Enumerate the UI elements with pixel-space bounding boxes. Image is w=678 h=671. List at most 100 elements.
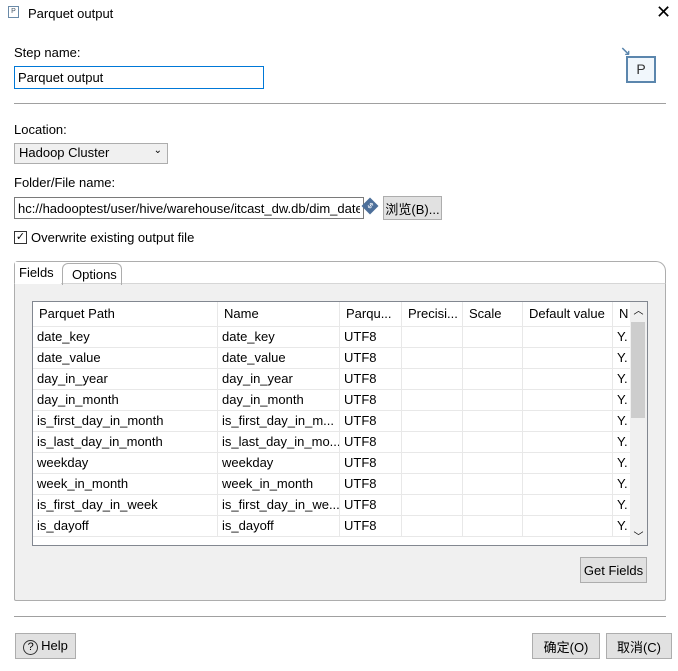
table-cell[interactable]: date_key — [218, 327, 340, 348]
table-cell[interactable]: Y. — [613, 369, 631, 390]
table-cell[interactable]: Y. — [613, 495, 631, 516]
table-cell[interactable]: UTF8 — [340, 495, 402, 516]
column-header[interactable]: Default value — [523, 302, 613, 327]
table-cell[interactable] — [402, 411, 463, 432]
table-cell[interactable]: UTF8 — [340, 348, 402, 369]
table-cell[interactable] — [402, 474, 463, 495]
table-cell[interactable] — [463, 432, 523, 453]
table-cell[interactable]: week_in_month — [218, 474, 340, 495]
table-cell[interactable] — [402, 516, 463, 537]
table-cell[interactable]: UTF8 — [340, 516, 402, 537]
table-cell[interactable] — [523, 453, 613, 474]
table-cell[interactable] — [402, 495, 463, 516]
table-cell[interactable] — [463, 348, 523, 369]
table-cell[interactable]: is_first_day_in_we... — [218, 495, 340, 516]
table-cell[interactable] — [402, 327, 463, 348]
table-cell[interactable]: is_last_day_in_mo... — [218, 432, 340, 453]
table-cell[interactable] — [523, 369, 613, 390]
table-cell[interactable]: Y. — [613, 348, 631, 369]
table-cell[interactable]: UTF8 — [340, 411, 402, 432]
table-row[interactable]: date_key date_key UTF8 Y. — [33, 327, 631, 348]
column-header[interactable]: Name — [218, 302, 340, 327]
table-cell[interactable] — [402, 348, 463, 369]
browse-button[interactable]: 浏览(B)... — [383, 196, 442, 220]
scrollbar[interactable]: ︿ ﹀ — [630, 302, 647, 545]
column-header[interactable]: Precisi... — [402, 302, 463, 327]
table-row[interactable]: is_first_day_in_week is_first_day_in_we..… — [33, 495, 631, 516]
table-cell[interactable] — [523, 411, 613, 432]
table-cell[interactable]: UTF8 — [340, 432, 402, 453]
table-cell[interactable]: is_dayoff — [218, 516, 340, 537]
table-cell[interactable]: day_in_month — [33, 390, 218, 411]
table-cell[interactable] — [463, 495, 523, 516]
table-cell[interactable] — [402, 432, 463, 453]
table-cell[interactable] — [463, 327, 523, 348]
table-cell[interactable]: Y. — [613, 432, 631, 453]
table-cell[interactable]: weekday — [218, 453, 340, 474]
get-fields-button[interactable]: Get Fields — [580, 557, 647, 583]
table-cell[interactable] — [523, 327, 613, 348]
scroll-up-icon[interactable]: ︿ — [630, 302, 647, 320]
table-cell[interactable]: Y. — [613, 411, 631, 432]
table-cell[interactable]: Y. — [613, 516, 631, 537]
table-cell[interactable] — [523, 390, 613, 411]
table-cell[interactable] — [523, 516, 613, 537]
table-row[interactable]: is_first_day_in_month is_first_day_in_m..… — [33, 411, 631, 432]
table-cell[interactable]: day_in_year — [33, 369, 218, 390]
tab-fields[interactable]: Fields — [15, 262, 61, 284]
help-button[interactable]: ? Help — [15, 633, 76, 659]
table-cell[interactable]: day_in_month — [218, 390, 340, 411]
table-cell[interactable]: UTF8 — [340, 474, 402, 495]
table-cell[interactable]: UTF8 — [340, 453, 402, 474]
table-cell[interactable] — [463, 411, 523, 432]
table-cell[interactable] — [463, 369, 523, 390]
location-select[interactable]: Hadoop Cluster ⌄ — [14, 143, 168, 164]
step-name-input[interactable] — [14, 66, 264, 89]
scroll-down-icon[interactable]: ﹀ — [630, 528, 647, 543]
table-cell[interactable] — [463, 474, 523, 495]
table-cell[interactable]: is_first_day_in_month — [33, 411, 218, 432]
table-row[interactable]: week_in_month week_in_month UTF8 Y. — [33, 474, 631, 495]
table-cell[interactable] — [523, 432, 613, 453]
overwrite-checkbox[interactable]: ✓ — [14, 231, 27, 244]
tab-options[interactable]: Options — [62, 263, 122, 285]
table-cell[interactable]: date_value — [33, 348, 218, 369]
column-header[interactable]: Parqu... — [340, 302, 402, 327]
table-row[interactable]: is_last_day_in_month is_last_day_in_mo...… — [33, 432, 631, 453]
column-header[interactable]: Parquet Path — [33, 302, 218, 327]
ok-button[interactable]: 确定(O) — [532, 633, 600, 659]
table-cell[interactable]: is_first_day_in_m... — [218, 411, 340, 432]
table-cell[interactable]: is_first_day_in_week — [33, 495, 218, 516]
table-cell[interactable] — [463, 390, 523, 411]
column-header[interactable]: N — [613, 302, 631, 327]
table-cell[interactable]: week_in_month — [33, 474, 218, 495]
table-cell[interactable]: day_in_year — [218, 369, 340, 390]
cancel-button[interactable]: 取消(C) — [606, 633, 672, 659]
column-header[interactable]: Scale — [463, 302, 523, 327]
table-cell[interactable]: Y. — [613, 474, 631, 495]
scrollbar-thumb[interactable] — [631, 322, 645, 418]
table-cell[interactable]: date_value — [218, 348, 340, 369]
table-cell[interactable]: date_key — [33, 327, 218, 348]
table-row[interactable]: is_dayoff is_dayoff UTF8 Y. — [33, 516, 631, 537]
folder-input[interactable] — [14, 197, 364, 219]
table-cell[interactable]: Y. — [613, 327, 631, 348]
table-row[interactable]: weekday weekday UTF8 Y. — [33, 453, 631, 474]
table-cell[interactable]: Y. — [613, 453, 631, 474]
table-cell[interactable] — [402, 369, 463, 390]
table-cell[interactable] — [463, 516, 523, 537]
table-cell[interactable] — [523, 474, 613, 495]
table-cell[interactable]: UTF8 — [340, 327, 402, 348]
table-cell[interactable] — [402, 390, 463, 411]
table-cell[interactable] — [402, 453, 463, 474]
table-cell[interactable]: Y. — [613, 390, 631, 411]
table-cell[interactable]: UTF8 — [340, 390, 402, 411]
table-cell[interactable]: weekday — [33, 453, 218, 474]
table-cell[interactable] — [523, 495, 613, 516]
table-row[interactable]: day_in_year day_in_year UTF8 Y. — [33, 369, 631, 390]
table-cell[interactable]: is_dayoff — [33, 516, 218, 537]
table-cell[interactable]: UTF8 — [340, 369, 402, 390]
table-row[interactable]: date_value date_value UTF8 Y. — [33, 348, 631, 369]
close-icon[interactable]: ✕ — [656, 2, 671, 23]
table-cell[interactable] — [523, 348, 613, 369]
